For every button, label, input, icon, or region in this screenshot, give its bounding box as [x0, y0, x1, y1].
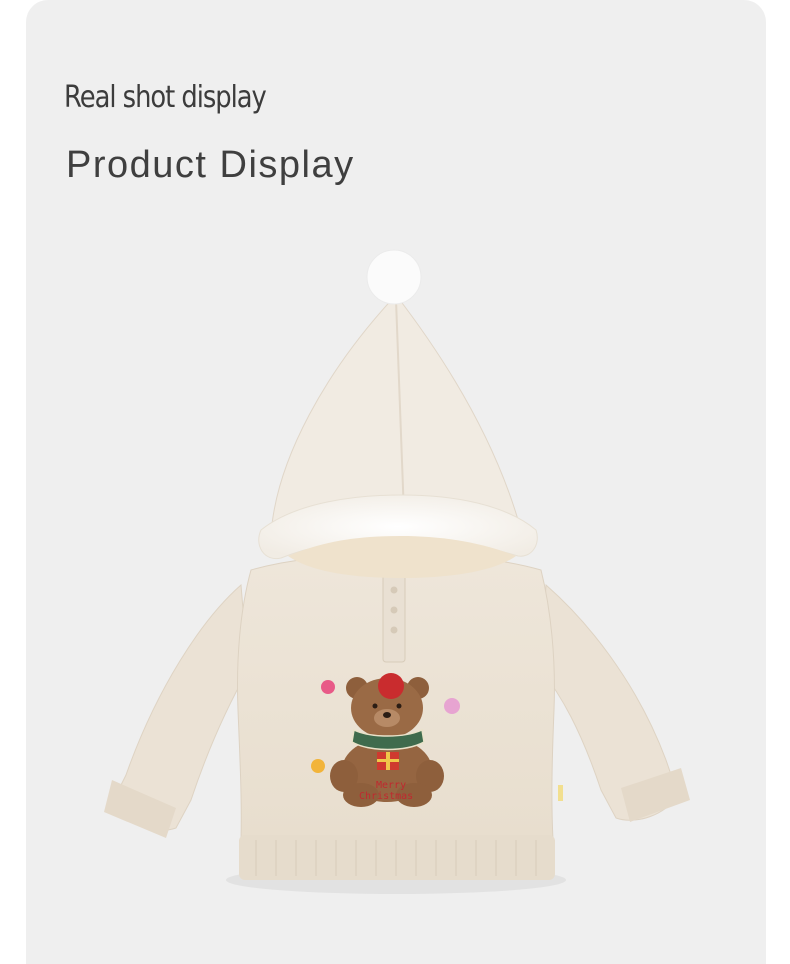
pompom: [366, 249, 422, 305]
button-placket: [382, 569, 406, 663]
embroidery-line-2: Christmas: [359, 791, 413, 802]
hoodie-illustration: Merry Christmas: [104, 249, 690, 894]
product-card: Real shot display Product Display Merry …: [26, 0, 766, 964]
embroidery-line-1: Merry: [376, 780, 406, 791]
button-middle: [390, 606, 398, 614]
section-title: Product Display: [66, 144, 355, 186]
lilac-pompom: [444, 698, 460, 714]
section-subtitle: Real shot display: [64, 80, 267, 115]
side-label: [558, 785, 563, 801]
waistband: [239, 835, 555, 880]
bear-hat: [378, 673, 404, 699]
button-top: [390, 586, 398, 594]
button-bottom: [390, 626, 398, 634]
yellow-pompom: [311, 759, 325, 773]
product-photo: Merry Christmas: [26, 240, 766, 920]
pink-pompom: [321, 680, 335, 694]
gift-box-icon: [377, 752, 399, 770]
